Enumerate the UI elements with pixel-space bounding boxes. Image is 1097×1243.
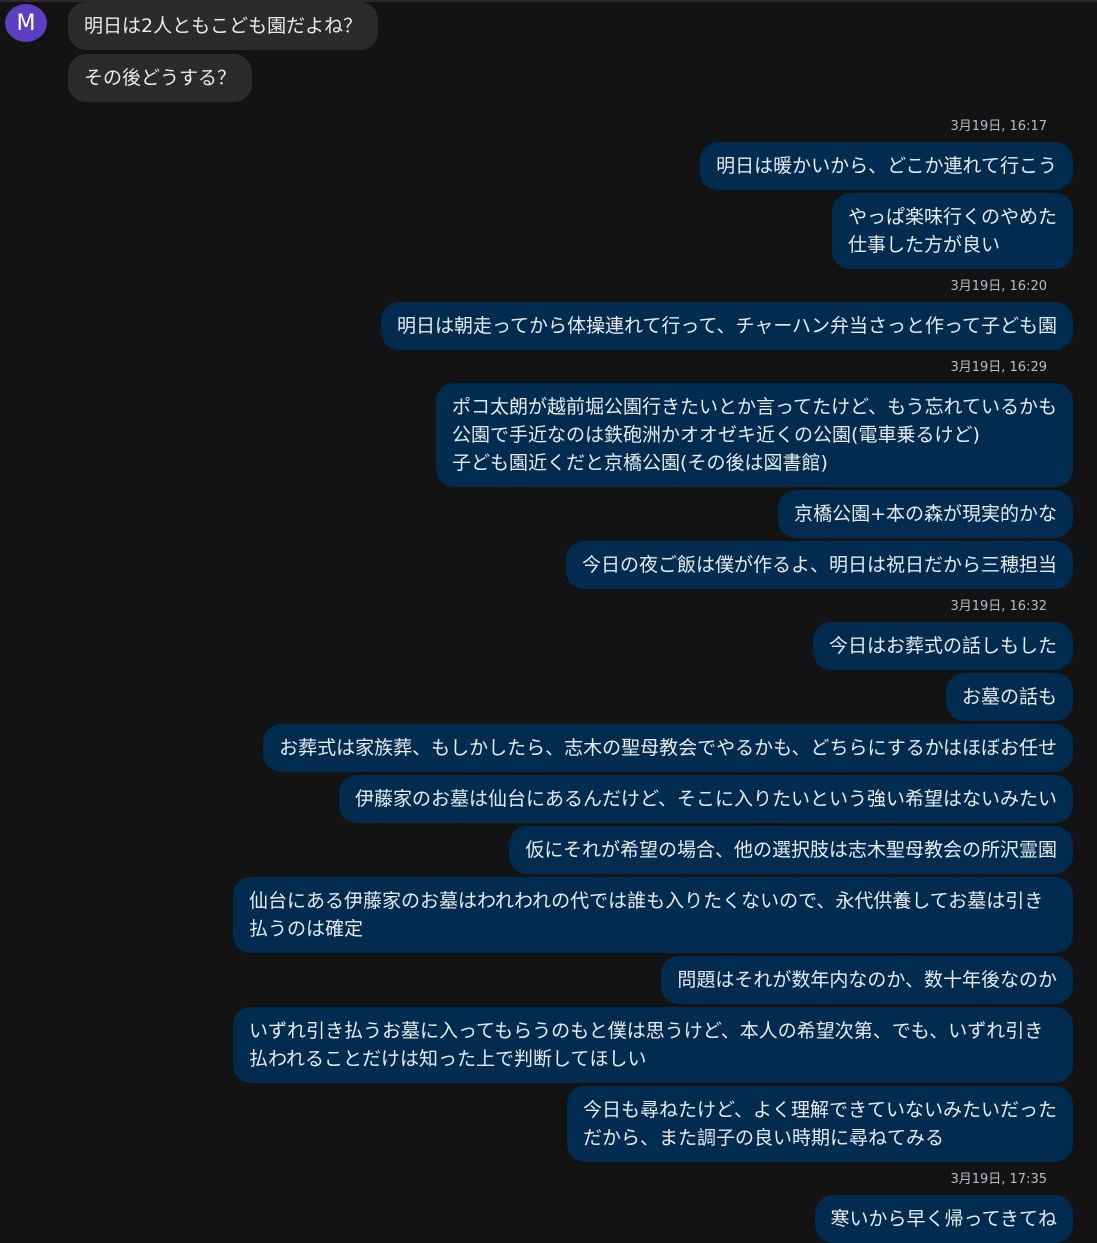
outgoing-message[interactable]: 明日は暖かいから、どこか連れて行こう <box>700 142 1073 190</box>
outgoing-message[interactable]: 寒いから早く帰ってきてね <box>814 1195 1073 1243</box>
incoming-message[interactable]: 明日は2人ともこども園だよね？ <box>68 2 379 50</box>
outgoing-message[interactable]: 仮にそれが希望の場合、他の選択肢は志木聖母教会の所沢霊園 <box>509 826 1073 874</box>
outgoing-message[interactable]: 問題はそれが数年内なのか、数十年後なのか <box>661 956 1073 1004</box>
outgoing-message[interactable]: 仙台にある伊藤家のお墓はわれわれの代では誰も入りたくないので、永代供養してお墓は… <box>233 877 1073 953</box>
message-timestamp: 3月19日, 16:29 <box>950 360 1047 375</box>
outgoing-message[interactable]: やっぱ楽味行くのやめた 仕事した方が良い <box>831 193 1073 269</box>
message-stack: 明日は2人ともこども園だよね？ その後どうする？ 3月19日, 16:17 明日は… <box>68 2 1073 1243</box>
incoming-message-group: 明日は2人ともこども園だよね？ その後どうする？ <box>68 2 379 102</box>
outgoing-message[interactable]: 今日はお葬式の話しもした <box>812 622 1073 670</box>
incoming-message[interactable]: その後どうする？ <box>68 54 253 102</box>
message-timestamp: 3月19日, 17:35 <box>950 1172 1047 1187</box>
outgoing-message[interactable]: お墓の話も <box>945 673 1073 721</box>
message-timestamp: 3月19日, 16:17 <box>950 119 1047 134</box>
message-timestamp: 3月19日, 16:32 <box>950 599 1047 614</box>
outgoing-message[interactable]: 明日は朝走ってから体操連れて行って、チャーハン弁当さっと作って子ども園 <box>380 302 1073 350</box>
chat-thread[interactable]: M 明日は2人ともこども園だよね？ その後どうする？ 3月19日, 16:17 明… <box>0 0 1097 1243</box>
outgoing-message[interactable]: お葬式は家族葬、もしかしたら、志木の聖母教会でやるかも、どちらにするかはほぼお任… <box>263 724 1073 772</box>
outgoing-message[interactable]: いずれ引き払うお墓に入ってもらうのもと僕は思うけど、本人の希望次第、でも、いずれ… <box>233 1007 1073 1083</box>
outgoing-message[interactable]: ポコ太朗が越前堀公園行きたいとか言ってたけど、もう忘れているかも 公園で手近なの… <box>436 383 1073 487</box>
message-timestamp: 3月19日, 16:20 <box>950 279 1047 294</box>
outgoing-message[interactable]: 京橋公園+本の森が現実的かな <box>778 490 1073 538</box>
avatar-letter: M <box>16 10 36 36</box>
outgoing-message[interactable]: 今日も尋ねたけど、よく理解できていないみたいだった だから、また調子の良い時期に… <box>566 1086 1073 1162</box>
outgoing-message[interactable]: 今日の夜ご飯は僕が作るよ、明日は祝日だから三穂担当 <box>565 541 1073 589</box>
contact-avatar[interactable]: M <box>5 4 47 42</box>
outgoing-message[interactable]: 伊藤家のお墓は仙台にあるんだけど、そこに入りたいという強い希望はないみたい <box>338 775 1073 823</box>
outgoing-message-list: 3月19日, 16:17 明日は暖かいから、どこか連れて行こう やっぱ楽味行くのやめ… <box>68 109 1073 1243</box>
